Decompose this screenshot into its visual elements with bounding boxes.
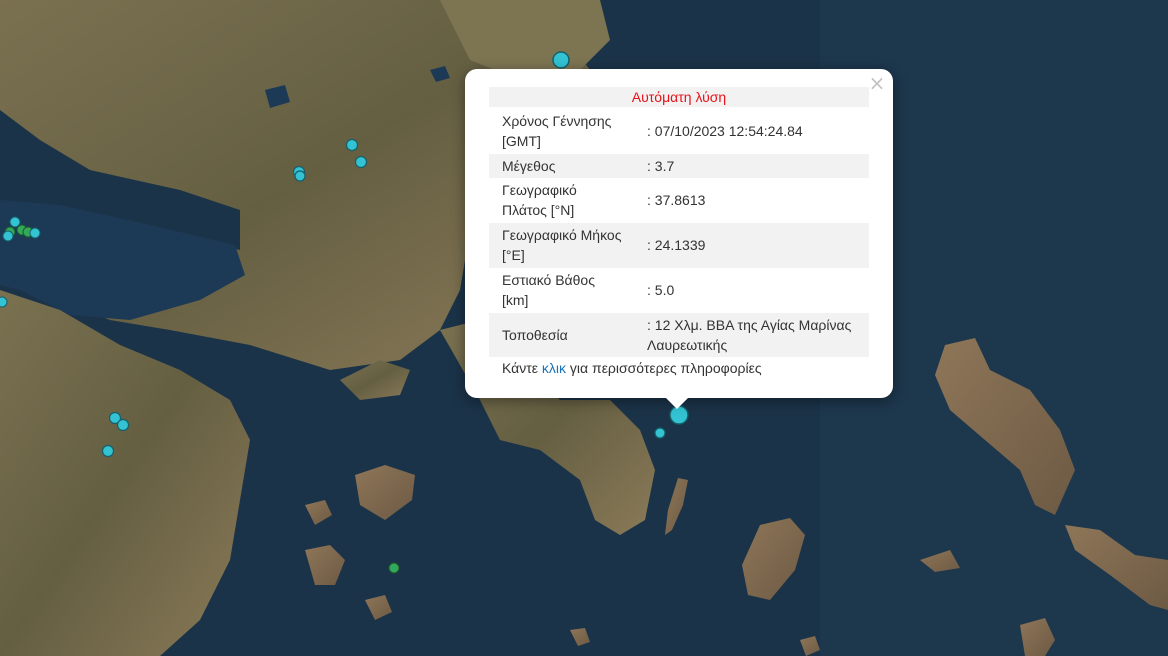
row-label: Εστιακό Βάθος [km] (502, 272, 595, 308)
popup-title: Αυτόματη λύση (489, 87, 869, 107)
footer-suffix: για περισσότερες πληροφορίες (566, 360, 762, 376)
quake-marker[interactable] (388, 562, 400, 574)
row-label: Τοποθεσία (502, 327, 568, 343)
footer-prefix: Κάντε (502, 360, 542, 376)
row-label: Μέγεθος (502, 158, 556, 174)
quake-marker[interactable] (552, 51, 570, 69)
row-value: : 24.1339 (647, 237, 706, 253)
quake-marker[interactable] (345, 138, 359, 152)
row-value: : 07/10/2023 12:54:24.84 (647, 123, 803, 139)
quake-marker[interactable] (354, 155, 368, 169)
row-value: : 3.7 (647, 158, 675, 174)
quake-marker[interactable] (294, 170, 306, 182)
more-info-link[interactable]: κλικ (542, 360, 566, 376)
row-value: : 5.0 (647, 282, 675, 298)
earthquake-info-popup: × Αυτόματη λύση Χρόνος Γέννησης [GMT] : … (465, 69, 893, 398)
row-value: : 37.8613 (647, 192, 706, 208)
row-label: Γεωγραφικό Μήκος [°E] (502, 227, 622, 263)
popup-tip (665, 397, 689, 409)
quake-marker[interactable] (116, 418, 130, 432)
row-origin-time: Χρόνος Γέννησης [GMT] : 07/10/2023 12:54… (489, 109, 869, 154)
row-label: Γεωγραφικό Πλάτος [°N] (502, 182, 577, 218)
row-label: Χρόνος Γέννησης [GMT] (502, 113, 612, 149)
row-magnitude: Μέγεθος : 3.7 (489, 154, 869, 178)
close-icon[interactable]: × (867, 71, 887, 95)
quake-marker[interactable] (29, 227, 41, 239)
row-location: Τοποθεσία : 12 Χλμ. ΒΒΑ της Αγίας Μαρίνα… (489, 313, 869, 357)
quake-marker[interactable] (654, 427, 666, 439)
row-depth: Εστιακό Βάθος [km] : 5.0 (489, 268, 869, 313)
row-latitude: Γεωγραφικό Πλάτος [°N] : 37.8613 (489, 178, 869, 223)
row-value: : 12 Χλμ. ΒΒΑ της Αγίας Μαρίνας Λαυρεωτι… (647, 317, 852, 353)
row-longitude: Γεωγραφικό Μήκος [°E] : 24.1339 (489, 223, 869, 268)
quake-marker[interactable] (0, 296, 8, 308)
quake-marker[interactable] (101, 444, 115, 458)
quake-marker[interactable] (2, 230, 14, 242)
popup-footer: Κάντε κλικ για περισσότερες πληροφορίες (502, 358, 762, 378)
quake-marker[interactable] (9, 216, 21, 228)
